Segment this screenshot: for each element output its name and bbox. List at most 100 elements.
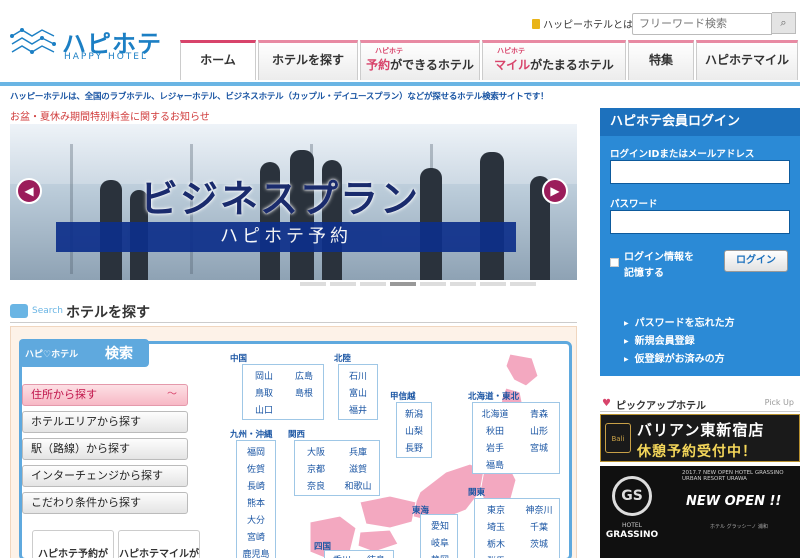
pref-link[interactable]: 京都: [297, 462, 335, 475]
register-link[interactable]: 新規会員登録: [624, 332, 695, 347]
pref-link[interactable]: 山形: [519, 424, 559, 437]
hero-banner[interactable]: ビジネスプラン ハピホテ予約 ◀ ▶: [10, 124, 577, 280]
banner-dot[interactable]: [480, 282, 506, 286]
pref-link[interactable]: 茨城: [519, 537, 559, 550]
pref-link[interactable]: 石川: [341, 369, 375, 382]
pref-link[interactable]: 山口: [247, 403, 281, 416]
login-id-field[interactable]: [610, 160, 790, 184]
tab-search-hotel-label: ホテルを探す: [271, 53, 344, 67]
notice-link[interactable]: お盆・夏休み期間特別料金に関するお知らせ: [10, 108, 210, 123]
menu-label: 住所から探す: [31, 388, 97, 401]
menu-search-by-interchange[interactable]: インターチェンジから探す: [22, 465, 188, 487]
password-field[interactable]: [610, 210, 790, 234]
pref-link[interactable]: 福井: [341, 403, 375, 416]
forgot-password-link[interactable]: パスワードを忘れた方: [624, 314, 735, 329]
site-logo[interactable]: ハピホテ HAPPY HOTEL: [10, 22, 170, 72]
pref-link[interactable]: 栃木: [477, 537, 515, 550]
pref-link[interactable]: 鳥取: [247, 386, 281, 399]
pref-link[interactable]: 大阪: [297, 445, 335, 458]
pref-link[interactable]: 徳島: [361, 553, 391, 558]
search-input[interactable]: [632, 12, 772, 35]
menu-search-by-area[interactable]: ホテルエリアから探す: [22, 411, 188, 433]
pref-link[interactable]: 宮城: [519, 441, 559, 454]
ad-grassino-open: NEW OPEN !!: [686, 494, 782, 509]
pref-link[interactable]: 広島: [287, 369, 321, 382]
tab-reservation-hotel[interactable]: ハピホテ 予約ができるホテル: [360, 40, 480, 80]
pref-link[interactable]: 秋田: [475, 424, 515, 437]
tab-home[interactable]: ホーム: [180, 40, 256, 80]
pref-link[interactable]: 兵庫: [339, 445, 377, 458]
pref-link[interactable]: 宮崎: [239, 530, 273, 543]
pref-link[interactable]: 群馬: [477, 554, 515, 558]
pref-link[interactable]: 長崎: [239, 479, 273, 492]
banner-dot[interactable]: [360, 282, 386, 286]
banner-dot[interactable]: [510, 282, 536, 286]
banner-dot[interactable]: [330, 282, 356, 286]
pref-link[interactable]: 島根: [287, 386, 321, 399]
menu-search-by-address[interactable]: 住所から探す 〜: [22, 384, 188, 406]
pref-link[interactable]: 熊本: [239, 496, 273, 509]
banner-dot[interactable]: [420, 282, 446, 286]
tab-special[interactable]: 特集: [628, 40, 694, 80]
promo-mile-label: ハピホテマイルが: [119, 549, 199, 558]
heart-icon: ♥: [602, 398, 611, 409]
pref-link[interactable]: 東京: [477, 503, 515, 516]
pref-link[interactable]: 福島: [475, 458, 515, 471]
banner-dot[interactable]: [450, 282, 476, 286]
tab-happy-mile[interactable]: ハピホテマイル: [696, 40, 798, 80]
ad-grassino-name: GRASSINO: [605, 530, 659, 540]
section-en-label: Search: [32, 306, 63, 316]
pref-link[interactable]: 滋賀: [339, 462, 377, 475]
pref-link[interactable]: 新潟: [397, 407, 431, 420]
pref-link[interactable]: 神奈川: [519, 503, 559, 516]
logo-subtext: HAPPY HOTEL: [64, 52, 148, 62]
pickup-title: ピックアップホテル: [616, 401, 706, 412]
password-label: パスワード: [610, 199, 658, 210]
menu-search-by-conditions[interactable]: こだわり条件から探す: [22, 492, 188, 514]
banner-dot-active[interactable]: [390, 282, 416, 286]
pref-link[interactable]: 岐阜: [423, 536, 457, 549]
region-label-hokkaido-tohoku: 北海道・東北: [468, 392, 520, 402]
promo-reservation-label: ハピホテ予約が: [38, 549, 108, 558]
ad-balian[interactable]: Bali An バリアン東新宿店 休憩予約受付中！: [600, 414, 800, 473]
about-link[interactable]: ハッピーホテルとは: [532, 16, 633, 31]
pref-link[interactable]: 富山: [341, 386, 375, 399]
ad-grassino[interactable]: GS HOTEL GRASSINO 2017.7 NEW OPEN HOTEL …: [600, 466, 800, 558]
pref-link[interactable]: 鹿児島: [237, 547, 275, 558]
pref-link[interactable]: 静岡: [423, 553, 457, 558]
tab-mile-pink: マイル: [494, 58, 531, 72]
login-title: ハピホテ会員ログイン: [600, 108, 800, 136]
menu-search-by-station[interactable]: 駅（路線）から探す: [22, 438, 188, 460]
region-grid-kansai: 大阪 兵庫 京都 滋賀 奈良 和歌山: [294, 440, 380, 496]
pref-link[interactable]: 奈良: [297, 479, 335, 492]
pref-link[interactable]: 愛知: [423, 519, 457, 532]
login-button[interactable]: ログイン: [724, 250, 788, 272]
promo-reservation-button[interactable]: ハピホテ予約が: [32, 530, 114, 558]
banner-prev-arrow-icon[interactable]: ◀: [16, 178, 42, 204]
promo-mile-button[interactable]: ハピホテマイルが: [118, 530, 200, 558]
ad-balian-title: バリアン東新宿店: [637, 421, 765, 439]
pref-link[interactable]: 岩手: [475, 441, 515, 454]
pref-link[interactable]: 大分: [239, 513, 273, 526]
pref-link[interactable]: 佐賀: [239, 462, 273, 475]
pref-link[interactable]: 千葉: [519, 520, 559, 533]
search-section-icon: [10, 304, 28, 318]
banner-next-arrow-icon[interactable]: ▶: [542, 178, 568, 204]
pref-link[interactable]: 香川: [327, 553, 357, 558]
pref-link[interactable]: 福岡: [239, 445, 273, 458]
temporary-registered-link[interactable]: 仮登録がお済みの方: [624, 350, 725, 365]
pickup-divider: [600, 411, 800, 412]
tab-search-hotel[interactable]: ホテルを探す: [258, 40, 358, 80]
pref-link[interactable]: 北海道: [475, 407, 515, 420]
pref-link[interactable]: 和歌山: [339, 479, 377, 492]
pref-link[interactable]: 埼玉: [477, 520, 515, 533]
remember-checkbox[interactable]: [610, 258, 619, 267]
banner-dot[interactable]: [300, 282, 326, 286]
pref-link[interactable]: 山梨: [397, 424, 431, 437]
login-id-label: ログインIDまたはメールアドレス: [610, 149, 755, 160]
tab-mile-hotel[interactable]: ハピホテ マイルがたまるホテル: [482, 40, 626, 80]
pref-link[interactable]: 長野: [397, 441, 431, 454]
pref-link[interactable]: 青森: [519, 407, 559, 420]
pref-link[interactable]: 岡山: [247, 369, 281, 382]
search-icon[interactable]: ⌕: [772, 12, 796, 34]
